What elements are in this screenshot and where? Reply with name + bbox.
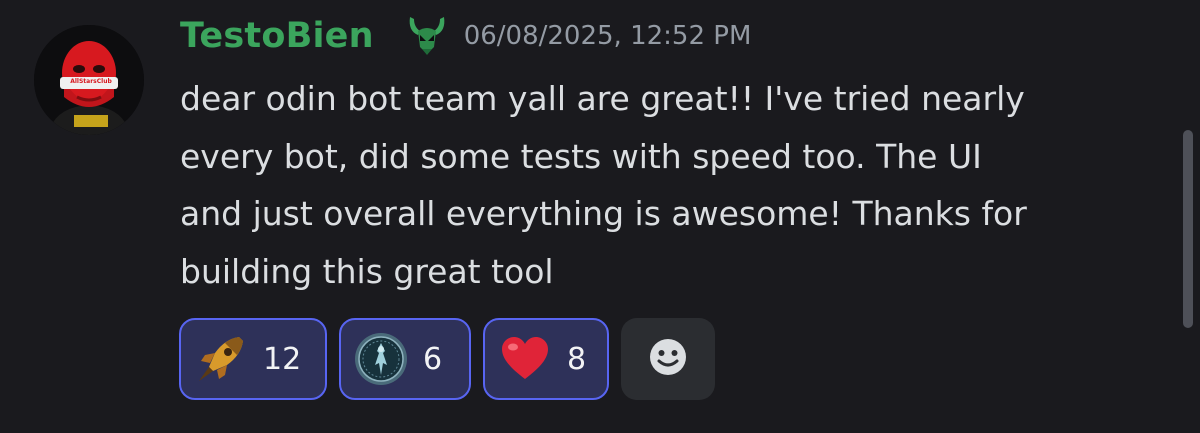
message-line: and just overall everything is awesome! …	[180, 194, 1027, 233]
message-line: building this great tool	[180, 251, 554, 291]
odin-coin-icon	[353, 331, 409, 387]
user-avatar[interactable]: AllStarsClub	[34, 25, 144, 135]
reaction-heart[interactable]: 8	[483, 318, 609, 400]
message-header: TestoBien 06/08/2025, 12:52 PM	[180, 12, 751, 60]
reaction-count: 8	[567, 341, 587, 377]
message-timestamp: 06/08/2025, 12:52 PM	[463, 21, 752, 51]
chat-message: AllStarsClub TestoBien 06/08/2025, 12:52…	[0, 0, 1200, 433]
scrollbar-thumb[interactable]	[1183, 130, 1193, 328]
add-reaction-button[interactable]	[621, 318, 715, 400]
reaction-count: 6	[423, 341, 443, 377]
rocket-icon	[193, 331, 249, 387]
reactions-bar: 12 6 8	[179, 318, 715, 400]
smiley-add-reaction-icon	[648, 337, 688, 381]
message-content: dear odin bot team yall are great!! I've…	[180, 70, 1180, 300]
username[interactable]: TestoBien	[180, 16, 374, 56]
avatar-lettering: AllStarsClub	[70, 78, 112, 85]
reaction-rocket[interactable]: 12	[179, 318, 327, 400]
message-line: every bot, did some tests with speed too…	[180, 136, 982, 176]
reaction-count: 12	[263, 341, 302, 377]
reaction-odin-coin[interactable]: 6	[339, 318, 471, 400]
horned-helmet-icon[interactable]	[404, 13, 450, 59]
red-heart-icon	[497, 331, 553, 387]
message-line: dear odin bot team yall are great!! I've…	[180, 79, 1025, 118]
